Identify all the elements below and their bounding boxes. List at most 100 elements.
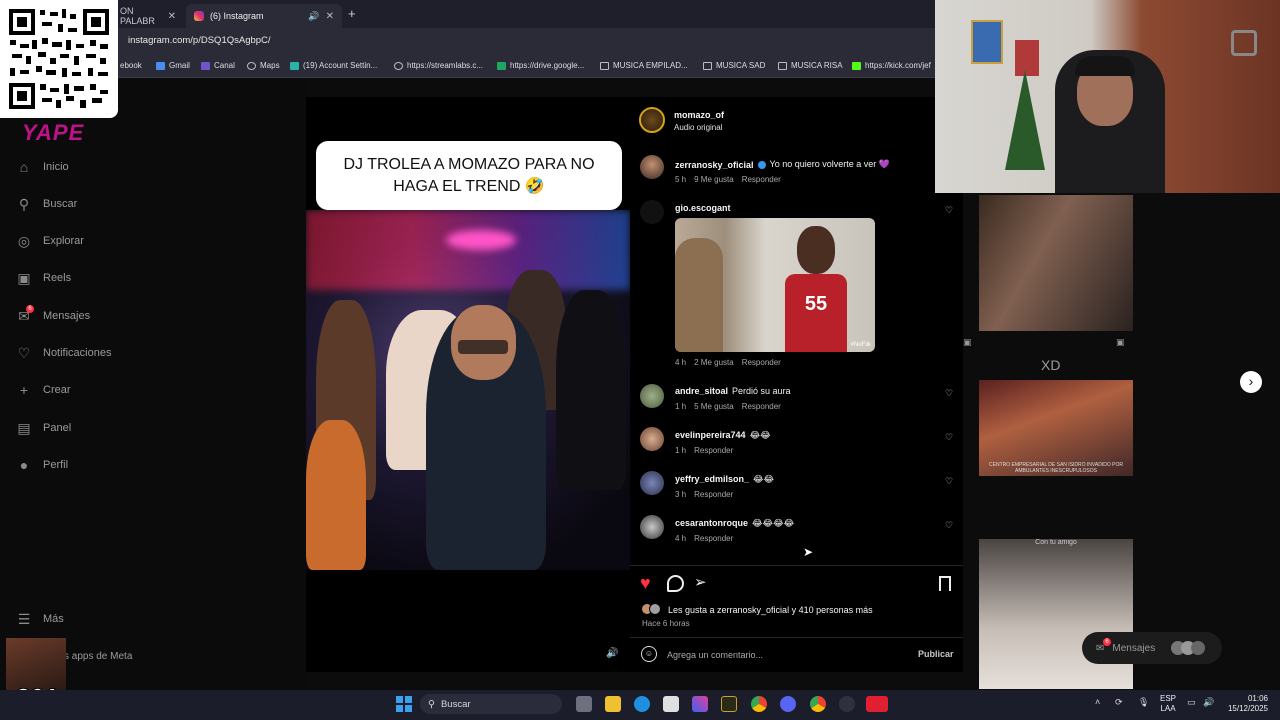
microphone-icon[interactable]: 🎙 xyxy=(1138,697,1149,708)
edge-icon[interactable] xyxy=(634,696,650,712)
bookmark-item[interactable]: https://drive.google... xyxy=(497,61,584,70)
bookmark-item[interactable]: https://kick.com/jef xyxy=(852,61,931,70)
meta-apps-link[interactable]: s apps de Meta xyxy=(64,651,132,662)
comment-text: Yo no quiero volverte a ver 💜 xyxy=(769,159,890,169)
comment-icon[interactable] xyxy=(667,575,684,592)
bookmark-folder[interactable]: MUSICA RISA xyxy=(778,61,843,70)
reply-button[interactable]: Responder xyxy=(742,175,781,184)
avatar[interactable] xyxy=(640,200,664,224)
reply-button[interactable]: Responder xyxy=(742,358,781,367)
sidebar-item-explorar[interactable]: ◎ Explorar xyxy=(16,231,84,251)
browser-tab-instagram[interactable]: (6) Instagram 🔊 ✕ xyxy=(186,4,342,28)
bookmark-folder[interactable]: MUSICA EMPILAD... xyxy=(600,61,688,70)
sidebar-item-reels[interactable]: ▣ Reels xyxy=(16,268,71,288)
recording-app-icon[interactable] xyxy=(866,696,888,712)
bookmark-item[interactable]: Maps xyxy=(247,61,280,70)
comment-username[interactable]: cesarantonroque xyxy=(675,518,748,529)
liked-heart-icon[interactable]: ♥ xyxy=(640,573,651,594)
comment-input[interactable] xyxy=(667,648,887,662)
feed-thumbnail[interactable] xyxy=(979,195,1133,331)
avatar[interactable] xyxy=(640,155,664,179)
task-view-icon[interactable] xyxy=(576,696,592,712)
christmas-tree xyxy=(1005,70,1045,170)
audio-label[interactable]: Audio original xyxy=(674,123,722,132)
emoji-icon[interactable]: ☺ xyxy=(641,646,657,662)
publish-button[interactable]: Publicar xyxy=(918,649,954,659)
avatar[interactable] xyxy=(640,515,664,539)
comment-username[interactable]: gio.escogant xyxy=(675,203,731,213)
author-name[interactable]: momazo_of xyxy=(674,110,724,120)
like-heart-icon[interactable]: ♡ xyxy=(945,432,953,443)
sidebar-item-mas[interactable]: ☰ Más xyxy=(16,609,64,629)
system-clock[interactable]: 01:06 15/12/2025 xyxy=(1220,694,1268,714)
browser-tab-1[interactable]: ON PALABR ✕ xyxy=(112,4,184,28)
author-avatar[interactable] xyxy=(639,107,665,133)
share-icon[interactable]: ➢ xyxy=(694,573,707,591)
bookmark-item[interactable]: Gmail xyxy=(156,61,190,70)
volume-icon[interactable]: 🔊 xyxy=(606,648,620,662)
qr-code xyxy=(0,0,118,118)
taskbar-search[interactable]: ⚲ Buscar xyxy=(420,694,562,714)
comment-username[interactable]: andre_sitoal xyxy=(675,386,728,396)
reply-button[interactable]: Responder xyxy=(694,534,733,543)
sync-icon[interactable]: ⟳ xyxy=(1115,697,1123,708)
messages-floating-button[interactable]: ✉ Mensajes xyxy=(1082,632,1222,664)
chevron-up-icon[interactable]: ˄ xyxy=(1095,697,1100,707)
language-layout: LAA xyxy=(1160,704,1176,713)
feed-thumbnail[interactable]: CENTRO EMPRESARIAL DE SAN ISIDRO INVADID… xyxy=(979,380,1133,476)
like-heart-icon[interactable]: ♡ xyxy=(945,520,953,531)
bookmark-item[interactable]: https://streamlabs.c... xyxy=(394,61,483,70)
comment-username[interactable]: evelinpereira744 xyxy=(675,430,746,441)
messages-badge: 6 xyxy=(26,305,34,313)
comment-likes[interactable]: 9 Me gusta xyxy=(694,175,734,184)
discord-icon[interactable] xyxy=(780,696,796,712)
file-explorer-icon[interactable] xyxy=(605,696,621,712)
windows-start-icon[interactable] xyxy=(396,696,412,712)
comment-likes[interactable]: 5 Me gusta xyxy=(694,402,734,411)
comment-gif[interactable]: 55 #NoFlik xyxy=(675,218,875,352)
language-indicator[interactable]: ESP LAA xyxy=(1160,694,1176,714)
sidebar-item-crear[interactable]: + Crear xyxy=(16,380,71,400)
sidebar-item-inicio[interactable]: ⌂ Inicio xyxy=(16,157,69,177)
sidebar-item-notificaciones[interactable]: ♡ Notificaciones xyxy=(16,343,112,363)
bookmark-folder[interactable]: MUSICA SAD xyxy=(703,61,765,70)
copilot-icon[interactable] xyxy=(692,696,708,712)
bookmark-item[interactable]: ebook xyxy=(120,61,142,70)
speaker-icon[interactable]: 🔊 xyxy=(308,11,319,22)
comment-likes[interactable]: 2 Me gusta xyxy=(694,358,734,367)
avatar[interactable] xyxy=(640,427,664,451)
bookmark-item[interactable]: (19) Account Settin... xyxy=(290,61,377,70)
reply-button[interactable]: Responder xyxy=(742,402,781,411)
avatar[interactable] xyxy=(640,384,664,408)
reply-button[interactable]: Responder xyxy=(694,490,733,499)
menu-icon: ☰ xyxy=(17,610,31,627)
game-icon[interactable] xyxy=(721,696,737,712)
feed-text: XD xyxy=(1041,357,1061,373)
avatar[interactable] xyxy=(640,471,664,495)
network-icon[interactable]: ▭ xyxy=(1187,697,1196,708)
obs-icon[interactable] xyxy=(839,696,855,712)
bookmark-icon[interactable] xyxy=(939,576,951,591)
likes-summary[interactable]: Les gusta a zerranosky_oficial y 410 per… xyxy=(668,605,873,615)
comment-username[interactable]: zerranosky_oficial xyxy=(675,160,754,170)
close-icon[interactable]: ✕ xyxy=(326,11,334,22)
speaker-icon[interactable]: 🔊 xyxy=(1203,697,1214,708)
url-field[interactable]: instagram.com/p/DSQ1QsAgbpC/ xyxy=(128,35,271,46)
chrome-icon[interactable] xyxy=(751,696,767,712)
comment-username[interactable]: yeffry_edmilson_ xyxy=(675,474,749,485)
sidebar-item-buscar[interactable]: ⚲ Buscar xyxy=(16,194,77,214)
feed-thumbnail[interactable]: Con tu amigo xyxy=(979,539,1133,689)
chrome-icon[interactable] xyxy=(810,696,826,712)
like-heart-icon[interactable]: ♡ xyxy=(945,388,953,399)
like-heart-icon[interactable]: ♡ xyxy=(945,476,953,487)
new-tab-button[interactable]: + xyxy=(348,6,356,21)
like-heart-icon[interactable]: ♡ xyxy=(945,205,953,216)
app-icon[interactable] xyxy=(663,696,679,712)
comment: andre_sitoal Perdió su aura xyxy=(675,386,791,396)
reply-button[interactable]: Responder xyxy=(694,446,733,455)
close-icon[interactable]: ✕ xyxy=(168,11,176,22)
sidebar-item-panel[interactable]: ▤ Panel xyxy=(16,418,71,438)
bookmark-item[interactable]: Canal xyxy=(201,61,235,70)
sidebar-item-perfil[interactable]: ● Perfil xyxy=(16,455,68,475)
next-post-button[interactable]: › xyxy=(1240,371,1262,393)
